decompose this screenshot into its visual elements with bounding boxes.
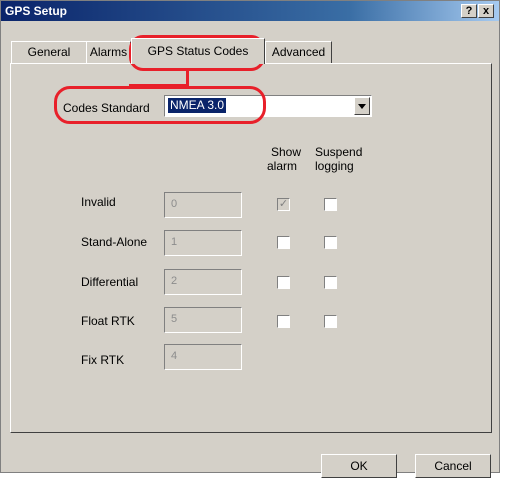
show-alarm-header-line1: Show: [271, 145, 302, 159]
code-field-fix-rtk: 4: [164, 344, 242, 370]
tab-general[interactable]: General: [11, 41, 87, 63]
close-button[interactable]: x: [478, 4, 494, 18]
suspend-checkbox-invalid[interactable]: [324, 198, 337, 211]
suspend-checkbox-differential[interactable]: [324, 276, 337, 289]
code-field-float-rtk: 5: [164, 307, 242, 333]
suspend-checkbox-stand-alone[interactable]: [324, 236, 337, 249]
show-alarm-checkbox-invalid: ✓: [277, 198, 290, 211]
code-field-stand-alone: 1: [164, 230, 242, 256]
suspend-logging-header-line2: logging: [315, 159, 354, 173]
suspend-checkbox-float-rtk[interactable]: [324, 315, 337, 328]
code-field-differential: 2: [164, 269, 242, 295]
row-label-stand-alone: Stand-Alone: [81, 235, 148, 249]
annotation-connector-vertical: [186, 71, 189, 85]
title-bar: GPS Setup ? x: [1, 1, 499, 21]
chevron-down-icon[interactable]: [354, 97, 370, 115]
codes-standard-highlight-annotation: [54, 86, 266, 124]
row-label-invalid: Invalid: [81, 195, 116, 209]
show-alarm-checkbox-differential[interactable]: [277, 276, 290, 289]
tab-advanced[interactable]: Advanced: [265, 41, 332, 63]
window-title: GPS Setup: [5, 4, 68, 18]
show-alarm-header-line2: alarm: [267, 159, 298, 173]
tab-gps-status-codes[interactable]: GPS Status Codes: [131, 38, 265, 64]
tab-alarms[interactable]: Alarms: [86, 41, 131, 63]
ok-button[interactable]: OK: [321, 454, 397, 478]
row-label-fix-rtk: Fix RTK: [81, 353, 125, 367]
help-button[interactable]: ?: [461, 4, 477, 18]
code-field-invalid: 0: [164, 192, 242, 218]
show-alarm-checkbox-stand-alone[interactable]: [277, 236, 290, 249]
suspend-logging-header-line1: Suspend: [315, 145, 363, 159]
row-label-float-rtk: Float RTK: [81, 314, 135, 328]
row-label-differential: Differential: [81, 275, 139, 289]
cancel-button[interactable]: Cancel: [415, 454, 491, 478]
show-alarm-checkbox-float-rtk[interactable]: [277, 315, 290, 328]
